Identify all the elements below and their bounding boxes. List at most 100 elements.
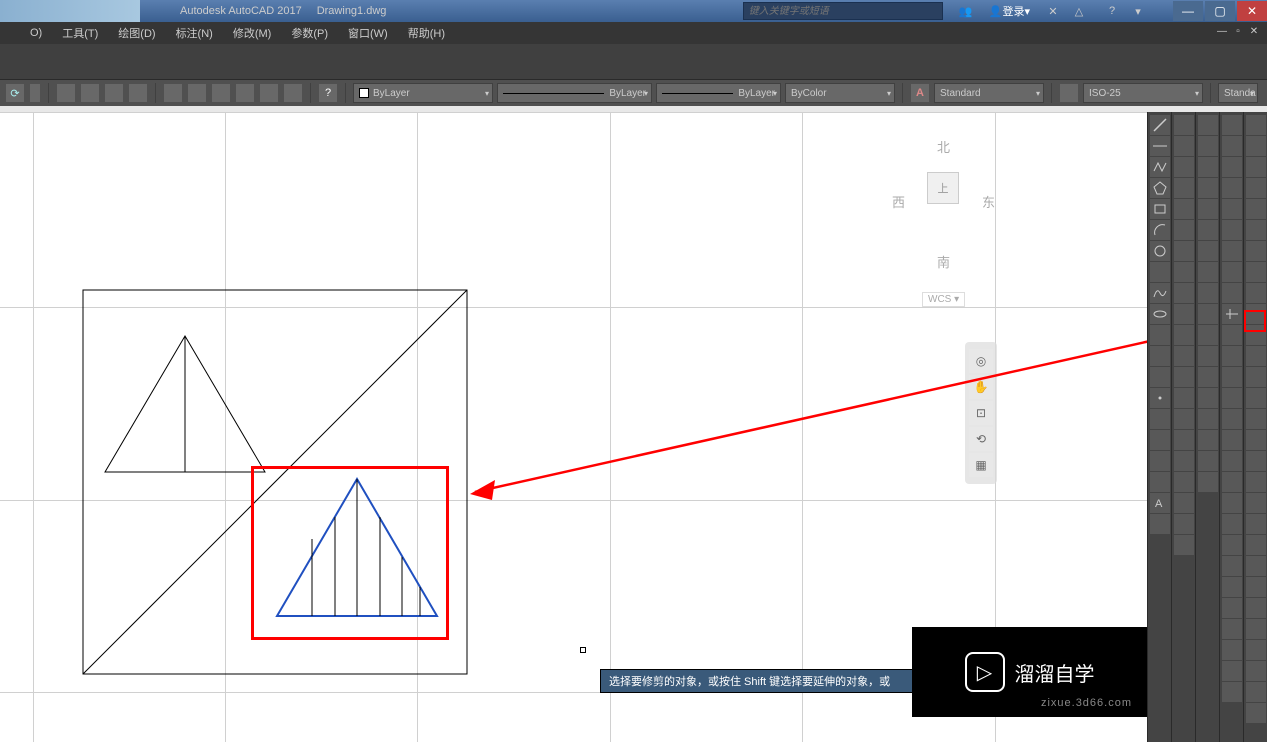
arc-icon[interactable] xyxy=(1150,220,1170,240)
help-icon[interactable]: ? xyxy=(1102,1,1122,21)
quickcalc-icon[interactable] xyxy=(284,84,302,102)
zoom-previous-std-icon[interactable] xyxy=(1246,451,1266,471)
markup-std-icon[interactable] xyxy=(1246,556,1266,576)
join-icon[interactable] xyxy=(1222,388,1242,408)
undo-dropdown-icon[interactable] xyxy=(30,84,40,102)
region-icon[interactable] xyxy=(1150,451,1170,471)
dim-edit-icon[interactable] xyxy=(1174,472,1194,492)
align-icon[interactable] xyxy=(1222,661,1242,681)
dim-break-icon[interactable] xyxy=(1174,367,1194,387)
plot-icon[interactable] xyxy=(1246,178,1266,198)
layer-off-icon[interactable] xyxy=(1198,157,1218,177)
layer-isolate-icon[interactable] xyxy=(1198,178,1218,198)
move-icon[interactable] xyxy=(1222,220,1242,240)
dim-jogged-icon[interactable] xyxy=(1174,220,1194,240)
quickcalc-std-icon[interactable] xyxy=(1246,577,1266,597)
revision-cloud-icon[interactable] xyxy=(1150,262,1170,282)
infocenter-icon[interactable]: 👥 xyxy=(956,1,976,21)
sheet-set-std-icon[interactable] xyxy=(1246,535,1266,555)
trim-icon[interactable] xyxy=(1222,304,1242,324)
dim-baseline-icon[interactable] xyxy=(1174,304,1194,324)
tablestyle-dropdown[interactable]: Standa xyxy=(1218,83,1258,103)
plotstyle-dropdown[interactable]: ByColor xyxy=(785,83,895,103)
viewcube-north[interactable]: 北 xyxy=(937,137,950,156)
undo-std-icon[interactable] xyxy=(1246,346,1266,366)
nav-zoom-extents-icon[interactable]: ⊡ xyxy=(969,401,993,425)
textstyle-dropdown[interactable]: Standard xyxy=(934,83,1044,103)
tool-palettes-std-icon[interactable] xyxy=(1246,514,1266,534)
dim-diameter-icon[interactable] xyxy=(1174,241,1194,261)
array-icon[interactable] xyxy=(1222,199,1242,219)
erase-icon[interactable] xyxy=(1222,115,1242,135)
dimstyle-control-icon[interactable] xyxy=(1174,535,1194,555)
textstyle-icon[interactable]: A xyxy=(911,84,929,102)
minimize-button[interactable]: — xyxy=(1173,1,1203,21)
copy-to-layer-icon[interactable] xyxy=(1198,472,1218,492)
layer-match-icon[interactable] xyxy=(1198,262,1218,282)
help-search-input[interactable] xyxy=(743,2,943,20)
tool-palettes-icon[interactable] xyxy=(212,84,230,102)
zoom-window-icon[interactable] xyxy=(105,84,123,102)
save-icon[interactable] xyxy=(1246,157,1266,177)
offset-icon[interactable] xyxy=(1222,178,1242,198)
doc-close-button[interactable]: ✕ xyxy=(1246,26,1262,40)
new-icon[interactable] xyxy=(1246,115,1266,135)
break-icon[interactable] xyxy=(1222,367,1242,387)
dim-update-icon[interactable] xyxy=(1174,514,1194,534)
layer-freeze-icon[interactable] xyxy=(1198,199,1218,219)
reverse-icon[interactable] xyxy=(1222,682,1242,702)
dim-arc-length-icon[interactable] xyxy=(1174,157,1194,177)
edit-hatch-icon[interactable] xyxy=(1222,619,1242,639)
circle-icon[interactable] xyxy=(1150,241,1170,261)
measure-icon[interactable] xyxy=(1246,640,1266,660)
table-icon[interactable] xyxy=(1150,472,1170,492)
clean-screen-icon[interactable] xyxy=(1246,598,1266,618)
misc-std-icon-2[interactable] xyxy=(1246,703,1266,723)
menu-item-help[interactable]: 帮助(H) xyxy=(398,25,455,41)
edit-array-icon[interactable] xyxy=(1222,640,1242,660)
point-icon[interactable] xyxy=(1150,388,1170,408)
zoom-previous-icon[interactable] xyxy=(129,84,147,102)
layer-make-current-icon[interactable] xyxy=(1198,241,1218,261)
lengthen-icon[interactable] xyxy=(1222,556,1242,576)
help-dropdown-icon[interactable]: ▾ xyxy=(1128,1,1148,21)
layer-unlock-icon[interactable] xyxy=(1198,346,1218,366)
lineweight-dropdown[interactable]: ByLayer xyxy=(656,83,781,103)
zoom-window-std-icon[interactable] xyxy=(1246,430,1266,450)
drawing-canvas[interactable]: 选择要修剪的对象，或按住 Shift 键选择要延伸的对象，或 北 西 东 南 上… xyxy=(0,112,1147,742)
layer-lock-icon[interactable] xyxy=(1198,220,1218,240)
redo-std-icon[interactable] xyxy=(1246,367,1266,387)
insert-block-icon[interactable] xyxy=(1150,346,1170,366)
edit-spline-icon[interactable] xyxy=(1222,598,1242,618)
open-icon[interactable] xyxy=(1246,136,1266,156)
add-selected-icon[interactable] xyxy=(1150,514,1170,534)
pan-icon[interactable] xyxy=(57,84,75,102)
dim-linear-icon[interactable] xyxy=(1174,115,1194,135)
menu-item-window[interactable]: 窗口(W) xyxy=(338,25,398,41)
select-all-icon[interactable] xyxy=(1246,661,1266,681)
explode-icon[interactable] xyxy=(1222,472,1242,492)
paste-icon[interactable] xyxy=(1246,283,1266,303)
inspection-icon[interactable] xyxy=(1174,430,1194,450)
doc-restore-button[interactable]: ▫ xyxy=(1230,26,1246,40)
construction-line-icon[interactable] xyxy=(1150,136,1170,156)
mtext-icon[interactable]: A xyxy=(1150,493,1170,513)
scale-icon[interactable] xyxy=(1222,262,1242,282)
layer-unisolate-icon[interactable] xyxy=(1198,367,1218,387)
copy-clip-icon[interactable] xyxy=(1246,262,1266,282)
jogged-linear-icon[interactable] xyxy=(1174,451,1194,471)
wcs-dropdown[interactable]: WCS ▾ xyxy=(922,292,965,307)
plot-preview-icon[interactable] xyxy=(1246,199,1266,219)
menu-item-tools[interactable]: 工具(T) xyxy=(52,25,108,41)
viewcube[interactable]: 北 西 东 南 上 WCS ▾ xyxy=(887,122,997,302)
polygon-icon[interactable] xyxy=(1150,178,1170,198)
menu-item-modify[interactable]: 修改(M) xyxy=(223,25,282,41)
blend-curves-icon[interactable] xyxy=(1222,451,1242,471)
menu-item-o[interactable]: O) xyxy=(20,27,52,39)
hatch-icon[interactable] xyxy=(1150,409,1170,429)
design-center-icon[interactable] xyxy=(188,84,206,102)
misc-std-icon-1[interactable] xyxy=(1246,682,1266,702)
chamfer-icon[interactable] xyxy=(1222,409,1242,429)
dim-text-edit-icon[interactable] xyxy=(1174,493,1194,513)
dim-ordinate-icon[interactable] xyxy=(1174,178,1194,198)
